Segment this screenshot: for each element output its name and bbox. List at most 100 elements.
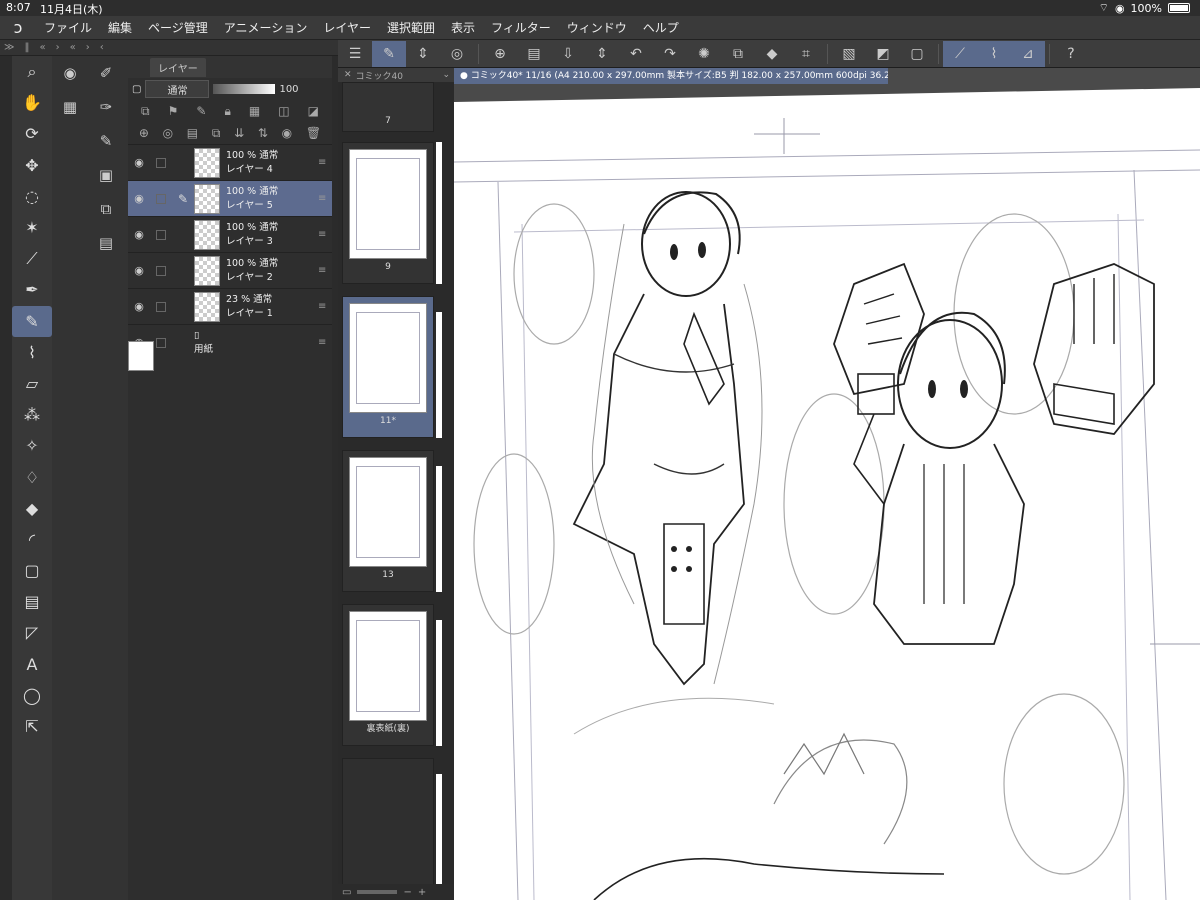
layer-property-icon[interactable]: ⧉	[88, 192, 124, 226]
page-thumbnail-empty[interactable]	[342, 758, 434, 888]
zoom-icon[interactable]: ⌕	[12, 56, 52, 87]
navigator-icon[interactable]: ▣	[88, 158, 124, 192]
correct-line-icon[interactable]: ⇱	[12, 711, 52, 742]
layer-checkbox[interactable]	[156, 301, 166, 312]
eyedropper-icon[interactable]: ⟋	[12, 243, 52, 274]
decoration-icon[interactable]: ✧	[12, 430, 52, 461]
menu-animation[interactable]: アニメーション	[216, 19, 316, 36]
color-circle-icon[interactable]: ◉	[52, 56, 88, 90]
collapse-icon[interactable]: «	[70, 42, 76, 53]
tool-property-icon[interactable]: ✐	[88, 56, 124, 90]
gradient-icon[interactable]: ◜	[12, 524, 52, 555]
thumbnail-size-slider[interactable]	[357, 890, 398, 894]
layer-row-1[interactable]: ◉ 23 % 通常 レイヤー 1 ≡	[128, 288, 332, 324]
clip-icon[interactable]: ⧉	[141, 104, 150, 119]
layer-menu-icon[interactable]: ≡	[318, 229, 332, 240]
brush-size-icon[interactable]: ✑	[88, 90, 124, 124]
layer-checkbox[interactable]	[156, 193, 166, 204]
collapse-icon[interactable]: ›	[86, 42, 90, 53]
reference-icon[interactable]: ⚑	[168, 104, 179, 118]
text-icon[interactable]: A	[12, 649, 52, 680]
plus-icon[interactable]: +	[418, 887, 426, 898]
color-square-icon[interactable]: ▢	[132, 84, 141, 95]
page-thumbnail-back-cover[interactable]: 裏表紙(裏)	[342, 604, 434, 746]
pencil-icon[interactable]: ✎	[12, 305, 52, 337]
canvas-area[interactable]: ● コミック40* 11/16 (A4 210.00 x 297.00mm 製本…	[454, 68, 1200, 900]
mask-icon[interactable]: ◫	[278, 104, 289, 118]
brush-icon[interactable]: ⌇	[12, 337, 52, 368]
eye-icon[interactable]: ◉	[128, 264, 150, 277]
transform-icon[interactable]: ⧉	[721, 41, 755, 67]
new-folder-icon[interactable]: ▤	[187, 126, 198, 140]
page-thumbnail-13[interactable]: 13	[342, 450, 434, 592]
menu-edit[interactable]: 編集	[100, 19, 140, 36]
eye-icon[interactable]: ◉	[128, 156, 150, 169]
help-icon[interactable]: ?	[1054, 41, 1088, 67]
open-folder-icon[interactable]: ▤	[517, 41, 551, 67]
undo-icon[interactable]: ↶	[619, 41, 653, 67]
color-set-icon[interactable]: ▦	[52, 90, 88, 124]
new-vector-layer-icon[interactable]: ◎	[163, 126, 173, 140]
lasso-icon[interactable]: ◌	[12, 181, 52, 212]
app-logo-icon[interactable]: ↄ	[0, 18, 36, 37]
thumbnail-size-icon[interactable]: ▭	[342, 887, 351, 898]
figure-icon[interactable]: ▢	[12, 555, 52, 586]
layer-checkbox[interactable]	[156, 265, 166, 276]
fill-icon[interactable]: ◆	[755, 41, 789, 67]
lock-icon[interactable]: 🔒︎	[224, 104, 230, 119]
airbrush-icon[interactable]: ⁂	[12, 399, 52, 430]
layer-menu-icon[interactable]: ≡	[318, 157, 332, 168]
frame-icon[interactable]: ▢	[900, 41, 934, 67]
updown-icon[interactable]: ⇕	[585, 41, 619, 67]
layer-checkbox[interactable]	[156, 337, 166, 348]
hand-icon[interactable]: ✋	[12, 87, 52, 118]
new-file-icon[interactable]: ⊕	[483, 41, 517, 67]
layer-row-5[interactable]: ◉ ✎ 100 % 通常 レイヤー 5 ≡	[128, 180, 332, 216]
menu-page[interactable]: ページ管理	[140, 19, 216, 36]
eraser-icon[interactable]: ▱	[12, 368, 52, 399]
menu-filter[interactable]: フィルター	[483, 19, 559, 36]
fill-bucket-icon[interactable]: ◆	[12, 493, 52, 524]
menu-layer[interactable]: レイヤー	[315, 19, 379, 36]
page-thumbnail-9[interactable]: 9	[342, 142, 434, 284]
layer-row-3[interactable]: ◉ 100 % 通常 レイヤー 3 ≡	[128, 216, 332, 252]
eye-icon[interactable]: ◉	[128, 192, 150, 205]
balloon-icon[interactable]: ◯	[12, 680, 52, 711]
material-icon[interactable]: ▤	[88, 226, 124, 260]
page-thumbnail-11[interactable]: 11*	[342, 296, 434, 438]
redo-icon[interactable]: ↷	[653, 41, 687, 67]
tone-icon[interactable]: ◩	[866, 41, 900, 67]
smart-icon[interactable]: ◎	[440, 41, 474, 67]
save-icon[interactable]: ⇩	[551, 41, 585, 67]
collapse-icon[interactable]: ‹	[100, 42, 104, 53]
loading-icon[interactable]: ✺	[687, 41, 721, 67]
collapse-icon[interactable]: ›	[56, 42, 60, 53]
collapse-icon[interactable]: «	[39, 42, 45, 53]
merge-layer-icon[interactable]: ⇊	[234, 126, 244, 140]
collapse-icon[interactable]: ‖	[24, 42, 29, 53]
blend-mode-select[interactable]: 通常	[145, 80, 210, 98]
layer-mask-icon[interactable]: ◉	[282, 126, 292, 140]
hide-icon[interactable]: ▧	[832, 41, 866, 67]
chevron-down-icon[interactable]: ⌄	[442, 70, 454, 80]
crop-icon[interactable]: ⌗	[789, 41, 823, 67]
opacity-slider[interactable]	[213, 84, 276, 94]
menu-help[interactable]: ヘルプ	[635, 19, 687, 36]
ruler-icon[interactable]: ◸	[12, 617, 52, 648]
menu-selection[interactable]: 選択範囲	[379, 19, 443, 36]
pen-icon[interactable]: ✒	[12, 274, 52, 305]
layer-checkbox[interactable]	[156, 229, 166, 240]
mask-apply-icon[interactable]: ◪	[308, 104, 319, 118]
layer-checkbox[interactable]	[156, 157, 166, 168]
layer-row-2[interactable]: ◉ 100 % 通常 レイヤー 2 ≡	[128, 252, 332, 288]
layer-menu-icon[interactable]: ≡	[318, 301, 332, 312]
opacity-value[interactable]: 100	[279, 84, 298, 95]
page-thumbnail-7[interactable]: 7	[342, 82, 434, 132]
brush-stabilizer-icon[interactable]: ⌇	[977, 40, 1011, 67]
eye-icon[interactable]: ◉	[128, 228, 150, 241]
blend-icon[interactable]: ♢	[12, 461, 52, 492]
move-layer-icon[interactable]: ⇅	[258, 126, 268, 140]
frame-border-icon[interactable]: ▤	[12, 586, 52, 617]
minus-icon[interactable]: −	[403, 887, 411, 898]
layer-menu-icon[interactable]: ≡	[318, 337, 332, 348]
